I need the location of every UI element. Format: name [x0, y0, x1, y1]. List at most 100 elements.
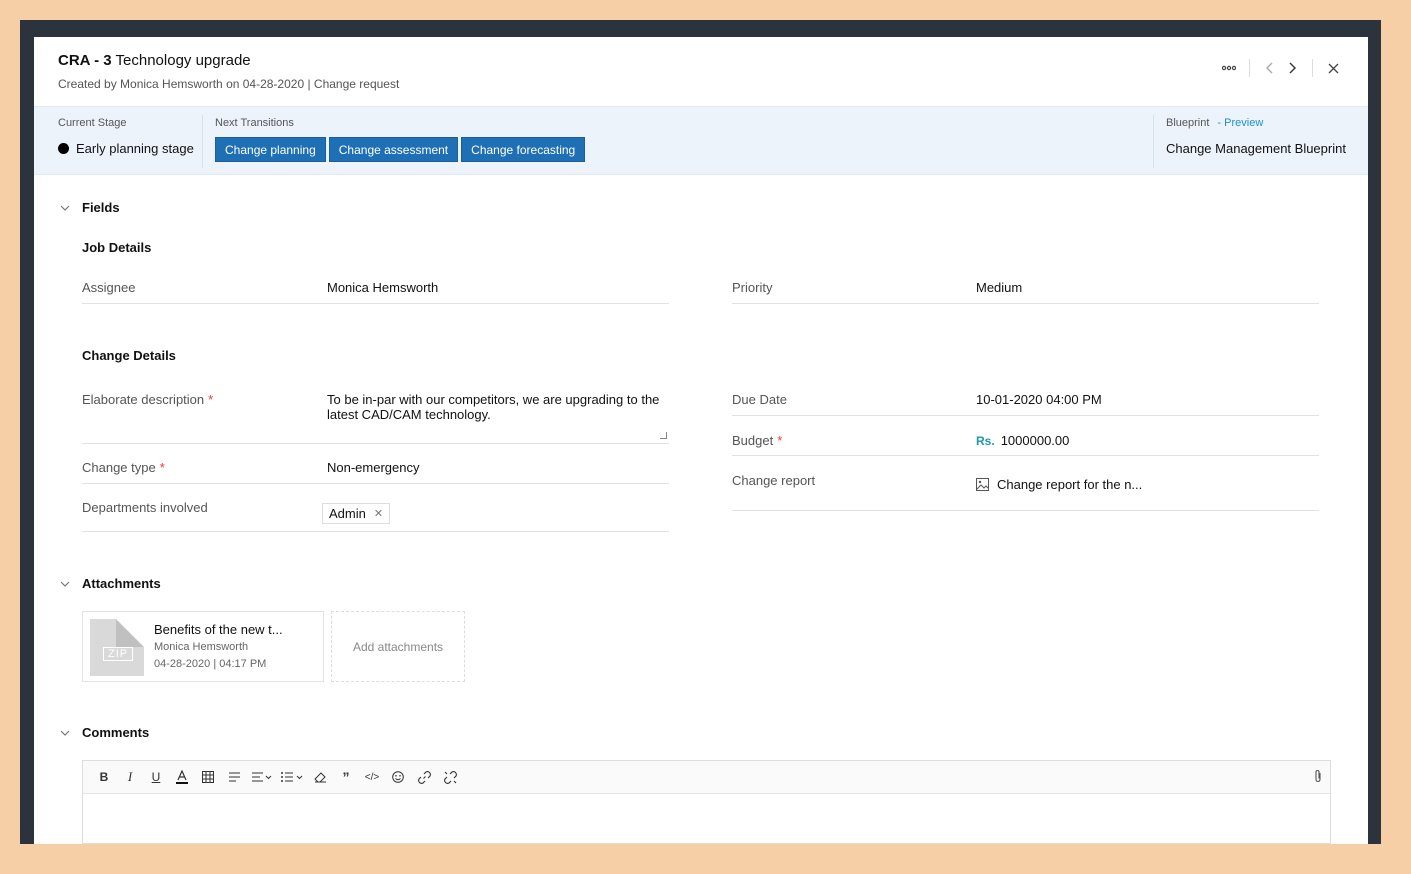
priority-label: Priority — [732, 280, 773, 295]
comments-section-header[interactable]: Comments — [58, 725, 149, 740]
close-icon[interactable] — [1322, 57, 1344, 79]
budget-label: Budget * — [732, 433, 782, 448]
underline-icon[interactable]: U — [143, 766, 169, 788]
priority-field: Priority Medium — [732, 275, 1319, 304]
bold-icon[interactable]: B — [91, 766, 117, 788]
record-title: CRA - 3 Technology upgrade — [58, 52, 251, 69]
due-date-label: Due Date — [732, 392, 787, 407]
record-id: CRA - 3 — [58, 52, 112, 69]
add-attachments-button[interactable]: Add attachments — [331, 611, 465, 682]
italic-icon[interactable]: I — [117, 766, 143, 788]
record-subtitle: Created by Monica Hemsworth on 04-28-202… — [58, 77, 400, 91]
file-fold — [116, 619, 144, 647]
file-type-label: ZIP — [103, 647, 134, 661]
record-name: Technology upgrade — [115, 52, 251, 69]
department-tag-label: Admin — [329, 506, 366, 521]
chevron-down-icon[interactable] — [58, 577, 72, 591]
required-mark: * — [208, 392, 214, 407]
divider — [202, 115, 203, 168]
attachment-name: Benefits of the new t... — [154, 622, 283, 637]
attachment-uploader: Monica Hemsworth — [154, 641, 249, 653]
transition-change-forecasting-button[interactable]: Change forecasting — [461, 137, 586, 162]
next-transitions-label: Next Transitions — [215, 117, 294, 129]
required-mark: * — [777, 433, 783, 448]
image-file-icon — [976, 478, 989, 491]
department-tag[interactable]: Admin ✕ — [322, 503, 391, 524]
resize-handle-icon[interactable] — [660, 432, 667, 439]
due-date-value[interactable]: 10-01-2020 04:00 PM — [976, 392, 1102, 407]
change-type-label: Change type * — [82, 460, 165, 475]
budget-value[interactable]: Rs. 1000000.00 — [976, 433, 1069, 448]
budget-label-text: Budget — [732, 433, 774, 448]
budget-field: Budget * Rs. 1000000.00 — [732, 428, 1319, 456]
font-color-icon[interactable] — [169, 766, 195, 788]
strikethrough-icon[interactable] — [221, 766, 247, 788]
departments-label: Departments involved — [82, 500, 208, 515]
description-label: Elaborate description * — [82, 392, 213, 407]
fields-section-header[interactable]: Fields — [58, 200, 120, 215]
change-report-label: Change report — [732, 473, 816, 488]
attachments-section-header[interactable]: Attachments — [58, 576, 161, 591]
divider — [1249, 59, 1250, 77]
chevron-right-icon[interactable] — [1281, 57, 1303, 79]
unlink-icon[interactable] — [437, 766, 463, 788]
comments-section-title: Comments — [82, 725, 150, 740]
link-icon[interactable] — [411, 766, 437, 788]
divider — [1153, 115, 1154, 168]
editor-toolbar: B I U ” </> — [83, 761, 1330, 794]
transition-change-assessment-button[interactable]: Change assessment — [328, 137, 459, 162]
change-report-field: Change report Change report for the n... — [732, 468, 1319, 511]
record-header: CRA - 3 Technology upgrade Created by Mo… — [34, 37, 1368, 106]
record-detail-panel: CRA - 3 Technology upgrade Created by Mo… — [34, 37, 1368, 844]
clear-format-icon[interactable] — [307, 766, 333, 788]
zip-file-icon: ZIP — [90, 619, 144, 676]
quote-icon[interactable]: ” — [333, 766, 359, 788]
remove-tag-icon[interactable]: ✕ — [374, 507, 383, 520]
job-details-heading: Job Details — [82, 240, 152, 255]
blueprint-label-row: Blueprint - Preview — [1166, 117, 1263, 129]
chevron-down-icon[interactable] — [58, 726, 72, 740]
attachments-section-title: Attachments — [82, 576, 161, 591]
currency-symbol: Rs. — [976, 434, 995, 448]
due-date-field: Due Date 10-01-2020 04:00 PM — [732, 387, 1319, 416]
divider — [1312, 59, 1313, 77]
comment-editor: B I U ” </> — [82, 760, 1331, 844]
emoji-icon[interactable] — [385, 766, 411, 788]
code-icon[interactable]: </> — [359, 766, 385, 788]
attachment-date: 04-28-2020 | 04:17 PM — [154, 658, 267, 670]
fields-section-title: Fields — [82, 200, 120, 215]
current-stage-value: Early planning stage — [76, 141, 194, 156]
priority-value[interactable]: Medium — [976, 280, 1022, 295]
current-stage-label: Current Stage — [58, 117, 127, 129]
list-icon[interactable] — [277, 766, 307, 788]
description-value[interactable]: To be in-par with our competitors, we ar… — [327, 392, 667, 422]
blueprint-name: Change Management Blueprint — [1166, 141, 1346, 156]
current-stage: Early planning stage — [58, 141, 194, 156]
change-report-filename: Change report for the n... — [997, 477, 1143, 492]
chevron-left-icon[interactable] — [1259, 57, 1281, 79]
blueprint-preview-link[interactable]: - Preview — [1217, 117, 1263, 129]
change-type-field: Change type * Non-emergency — [82, 455, 669, 484]
change-type-value[interactable]: Non-emergency — [327, 460, 420, 475]
departments-field: Departments involved Admin ✕ — [82, 495, 669, 532]
chevron-down-icon[interactable] — [58, 201, 72, 215]
assignee-field: Assignee Monica Hemsworth — [82, 275, 669, 304]
attachment-card[interactable]: ZIP Benefits of the new t... Monica Hems… — [82, 611, 324, 682]
description-field: Elaborate description * To be in-par with… — [82, 387, 669, 444]
change-report-file[interactable]: Change report for the n... — [976, 477, 1142, 492]
assignee-label: Assignee — [82, 280, 136, 295]
more-horizontal-icon[interactable] — [1218, 57, 1240, 79]
blueprint-label: Blueprint — [1166, 117, 1210, 129]
attach-icon[interactable] — [1314, 769, 1322, 786]
assignee-value[interactable]: Monica Hemsworth — [327, 280, 438, 295]
header-actions — [1218, 57, 1344, 79]
table-icon[interactable] — [195, 766, 221, 788]
transition-change-planning-button[interactable]: Change planning — [215, 137, 326, 162]
comment-input[interactable] — [83, 794, 1330, 844]
description-label-text: Elaborate description — [82, 392, 205, 407]
stage-dot-icon — [58, 143, 69, 154]
align-icon[interactable] — [247, 766, 277, 788]
blueprint-stage-bar: Current Stage Early planning stage Next … — [34, 106, 1368, 175]
change-details-heading: Change Details — [82, 348, 176, 363]
change-type-label-text: Change type — [82, 460, 156, 475]
